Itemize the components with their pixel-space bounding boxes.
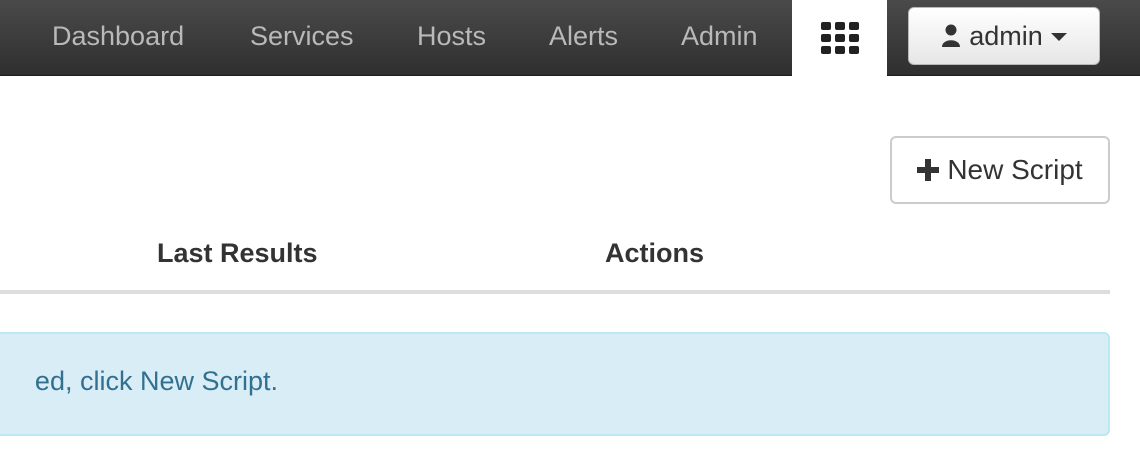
user-menu-button[interactable]: admin <box>908 7 1100 65</box>
apps-grid-button[interactable] <box>792 0 887 76</box>
column-header-last-results: Last Results <box>157 238 318 268</box>
column-header-actions: Actions <box>605 238 705 268</box>
top-navbar: Dashboard Services Hosts Alerts Admin ad… <box>0 0 1140 76</box>
new-script-button[interactable]: New Script <box>890 136 1110 204</box>
nav-item-dashboard[interactable]: Dashboard <box>52 0 184 75</box>
nav-item-alerts[interactable]: Alerts <box>549 0 618 75</box>
apps-grid-icon <box>820 22 859 54</box>
user-icon <box>942 24 961 47</box>
nav-item-hosts[interactable]: Hosts <box>417 0 486 75</box>
table-header-divider <box>0 290 1110 294</box>
info-alert-text: ed, click New Script. <box>34 366 278 396</box>
nav-item-services[interactable]: Services <box>250 0 354 75</box>
plus-icon <box>917 159 940 181</box>
caret-down-icon <box>1050 33 1067 41</box>
user-menu-label: admin <box>969 20 1043 51</box>
nav-item-admin[interactable]: Admin <box>681 0 758 75</box>
new-script-label: New Script <box>947 154 1083 185</box>
